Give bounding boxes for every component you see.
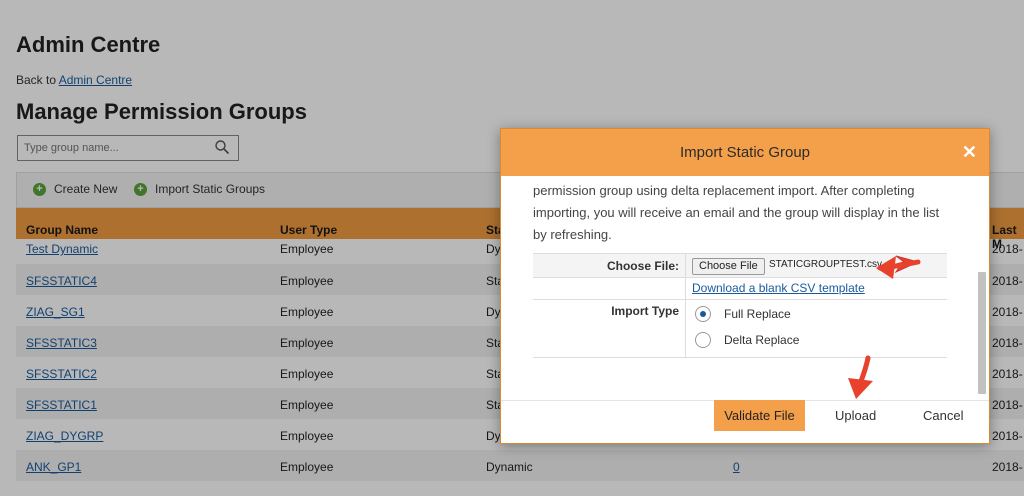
arrow-down-icon [848,355,873,399]
arrow-left-icon [876,255,921,279]
annotation-arrows [848,255,921,399]
